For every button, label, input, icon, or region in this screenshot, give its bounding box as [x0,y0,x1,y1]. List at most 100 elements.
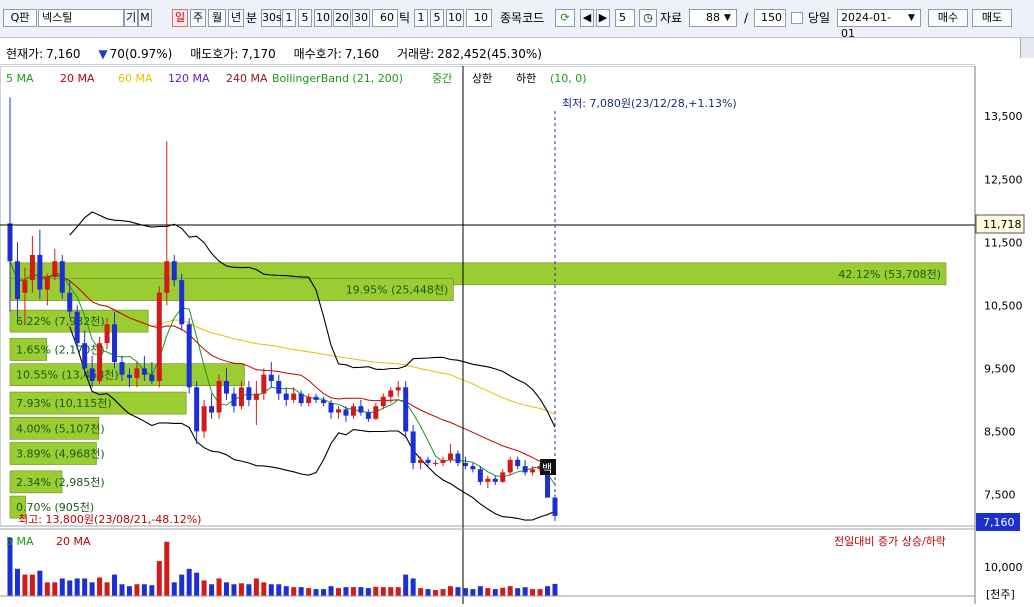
interval-5-button[interactable]: 5 [298,9,312,27]
candle-body[interactable] [276,381,282,394]
interval-30-button[interactable]: 30 [352,9,370,27]
search-button[interactable]: Q판 [3,9,37,27]
candle-body[interactable] [238,387,244,407]
candle-body[interactable] [298,393,304,404]
refresh-icon[interactable]: ⟳ [555,9,575,27]
candle-body[interactable] [89,368,95,381]
candle-body[interactable] [14,261,20,300]
candle-body[interactable] [22,280,28,293]
candle-body[interactable] [224,381,230,394]
candle-body[interactable] [515,459,521,467]
today-checkbox[interactable] [791,12,803,24]
candle-body[interactable] [485,478,491,482]
candle-body[interactable] [149,374,155,381]
minute-30s-button[interactable]: 30s [261,9,282,27]
candle-body[interactable] [507,459,513,473]
candle-body[interactable] [462,462,468,467]
candle-body[interactable] [321,399,327,404]
candle-body[interactable] [283,393,289,400]
interval-20-button[interactable]: 20 [333,9,351,27]
candle-body[interactable] [403,387,409,432]
sell-button[interactable]: 매도 [972,9,1012,27]
candle-body[interactable] [119,362,125,375]
candle-body[interactable] [500,472,506,482]
clock-icon[interactable]: ◷ [639,9,657,27]
candle-body[interactable] [37,254,43,290]
period-week-button[interactable]: 주 [190,9,206,27]
next-arrow-icon[interactable]: ▶ [596,9,610,27]
candle-body[interactable] [231,393,237,407]
candle-body[interactable] [530,469,536,473]
period-month-button[interactable]: 월 [208,9,226,27]
candle-body[interactable] [291,393,297,400]
candle-body[interactable] [306,396,312,404]
tick-10-button[interactable]: 10 [446,9,464,27]
candle-body[interactable] [216,381,222,413]
tick-5-button[interactable]: 5 [430,9,444,27]
gi-button[interactable]: 기 [124,9,138,27]
candle-body[interactable] [470,466,476,470]
candle-body[interactable] [313,396,319,400]
chart-area[interactable]: 42.12% (53,708천) 19.95% (25,448천) 6.22% (7… [0,65,1034,604]
m-button[interactable]: M [138,9,152,27]
candle-body[interactable] [246,387,252,400]
candle-body[interactable] [29,254,35,281]
tick-value-input[interactable]: 60 [372,9,398,27]
candle-body[interactable] [126,374,132,378]
candle-body[interactable] [179,280,185,325]
candle-body[interactable] [253,393,259,400]
candle-body[interactable] [7,223,13,262]
tick-1-button[interactable]: 1 [414,9,428,27]
candle-body[interactable] [52,261,58,277]
candle-body[interactable] [440,459,446,463]
candle-body[interactable] [67,292,73,312]
candle-body[interactable] [388,390,394,397]
candle-body[interactable] [209,406,215,413]
candle-body[interactable] [194,387,200,432]
candle-body[interactable] [134,368,140,378]
candle-body[interactable] [59,261,65,293]
candle-body[interactable] [82,343,88,369]
step-input[interactable]: 5 [615,9,635,27]
candle-body[interactable] [350,406,356,416]
interval-1-button[interactable]: 1 [282,9,296,27]
candle-body[interactable] [268,374,274,381]
prev-arrow-icon[interactable]: ◀ [580,9,594,27]
candle-body[interactable] [261,374,267,394]
candle-body[interactable] [418,459,424,463]
candle-body[interactable] [410,431,416,463]
period-day-button[interactable]: 일 [172,9,188,27]
candle-body[interactable] [186,324,192,388]
candle-body[interactable] [328,403,334,413]
interval-10-button[interactable]: 10 [314,9,332,27]
candle-body[interactable] [104,324,110,344]
candle-body[interactable] [455,453,461,463]
side-scroll-handle[interactable] [1020,38,1034,58]
candle-body[interactable] [164,261,170,293]
data-total-input[interactable]: 150 [754,9,786,27]
candle-body[interactable] [335,409,341,413]
candle-body[interactable] [201,406,207,432]
candle-body[interactable] [343,409,349,416]
candle-body[interactable] [141,368,147,375]
candle-body[interactable] [380,396,386,407]
candle-body[interactable] [373,406,379,419]
candle-body[interactable] [477,469,483,482]
candle-body[interactable] [395,387,401,391]
candle-body[interactable] [522,466,528,473]
candle-body[interactable] [365,412,371,419]
candle-body[interactable] [447,453,453,460]
candle-body[interactable] [492,478,498,482]
candle-body[interactable] [97,343,103,381]
price-chart[interactable]: 42.12% (53,708천) 19.95% (25,448천) 6.22% (7… [0,65,1034,604]
candle-body[interactable] [74,311,80,344]
tick-input[interactable]: 10 [466,9,492,27]
buy-button[interactable]: 매수 [928,9,968,27]
candle-body[interactable] [358,406,364,413]
stock-name-field[interactable]: 넥스틸 [38,9,124,27]
candle-body[interactable] [44,276,50,290]
candle-body[interactable] [156,292,162,381]
period-year-button[interactable]: 년 [228,9,244,27]
candle-body[interactable] [433,462,439,464]
candle-body[interactable] [425,459,431,463]
